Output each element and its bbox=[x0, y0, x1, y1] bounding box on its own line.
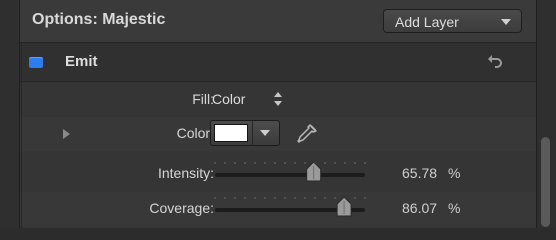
color-swatch[interactable] bbox=[214, 124, 248, 142]
coverage-value-field[interactable]: 86.07 bbox=[402, 200, 450, 216]
slider-tick bbox=[294, 197, 296, 199]
disclosure-triangle-icon[interactable] bbox=[63, 129, 70, 139]
slider-tick bbox=[244, 197, 246, 199]
slider-tick bbox=[244, 162, 246, 164]
fill-label: Fill: bbox=[192, 91, 214, 107]
slider-tick bbox=[214, 197, 216, 199]
options-title: Options: Majestic bbox=[32, 11, 166, 28]
slider-tick bbox=[264, 162, 266, 164]
slider-track[interactable] bbox=[215, 173, 365, 177]
emit-checkbox-column-divider bbox=[21, 43, 22, 228]
color-row: Color: bbox=[20, 117, 536, 151]
slider-tick bbox=[274, 162, 276, 164]
intensity-slider[interactable] bbox=[210, 157, 370, 191]
slider-tick bbox=[214, 162, 216, 164]
fill-popup[interactable]: Color bbox=[212, 91, 245, 107]
updown-arrows-icon[interactable] bbox=[273, 90, 283, 108]
slider-tick bbox=[284, 162, 286, 164]
intensity-row: Intensity: 65.78 % bbox=[20, 157, 536, 191]
add-layer-label: Add Layer bbox=[395, 14, 459, 30]
slider-tick bbox=[354, 197, 356, 199]
slider-tick bbox=[334, 197, 336, 199]
slider-tick bbox=[224, 197, 226, 199]
fill-row: Fill: Color bbox=[20, 83, 536, 117]
slider-tick bbox=[364, 162, 366, 164]
coverage-unit: % bbox=[448, 200, 461, 216]
slider-tick bbox=[254, 162, 256, 164]
slider-tick bbox=[354, 162, 356, 164]
inspector-panel: Options: Majestic Add Layer Emit Fill: C… bbox=[0, 0, 556, 228]
slider-tick bbox=[294, 162, 296, 164]
vertical-scrollbar[interactable] bbox=[541, 137, 550, 227]
coverage-label: Coverage: bbox=[149, 200, 214, 216]
reset-arrow-icon[interactable] bbox=[485, 53, 505, 71]
chevron-down-icon bbox=[501, 19, 511, 25]
color-label: Color: bbox=[176, 125, 214, 141]
slider-tick bbox=[324, 162, 326, 164]
options-header: Options: Majestic Add Layer bbox=[20, 0, 536, 43]
slider-tick bbox=[364, 197, 366, 199]
emit-label: Emit bbox=[65, 53, 98, 70]
slider-tick bbox=[304, 197, 306, 199]
slider-tick bbox=[234, 197, 236, 199]
color-well-divider bbox=[252, 121, 253, 145]
color-well[interactable] bbox=[210, 120, 280, 146]
add-layer-popup[interactable]: Add Layer bbox=[383, 9, 522, 33]
slider-tick bbox=[304, 162, 306, 164]
chevron-down-icon[interactable] bbox=[260, 130, 270, 136]
slider-tick bbox=[344, 162, 346, 164]
slider-tick bbox=[324, 197, 326, 199]
coverage-slider[interactable] bbox=[210, 192, 370, 226]
slider-tick bbox=[264, 197, 266, 199]
slider-tick bbox=[234, 162, 236, 164]
emit-header-row: Emit bbox=[20, 43, 536, 82]
slider-tick bbox=[274, 197, 276, 199]
slider-tick bbox=[254, 197, 256, 199]
emit-section: Emit Fill: Color Color: Intensity: 65.78… bbox=[20, 43, 536, 228]
slider-tick bbox=[314, 197, 316, 199]
coverage-row: Coverage: 86.07 % bbox=[20, 192, 536, 226]
eyedropper-icon[interactable] bbox=[295, 122, 319, 146]
panel-border-right bbox=[536, 0, 537, 228]
intensity-value-field[interactable]: 65.78 bbox=[402, 165, 450, 181]
intensity-unit: % bbox=[448, 165, 461, 181]
slider-tick bbox=[334, 162, 336, 164]
slider-tick bbox=[284, 197, 286, 199]
emit-enable-checkbox[interactable] bbox=[29, 57, 43, 68]
slider-tick bbox=[224, 162, 226, 164]
intensity-label: Intensity: bbox=[157, 165, 214, 181]
